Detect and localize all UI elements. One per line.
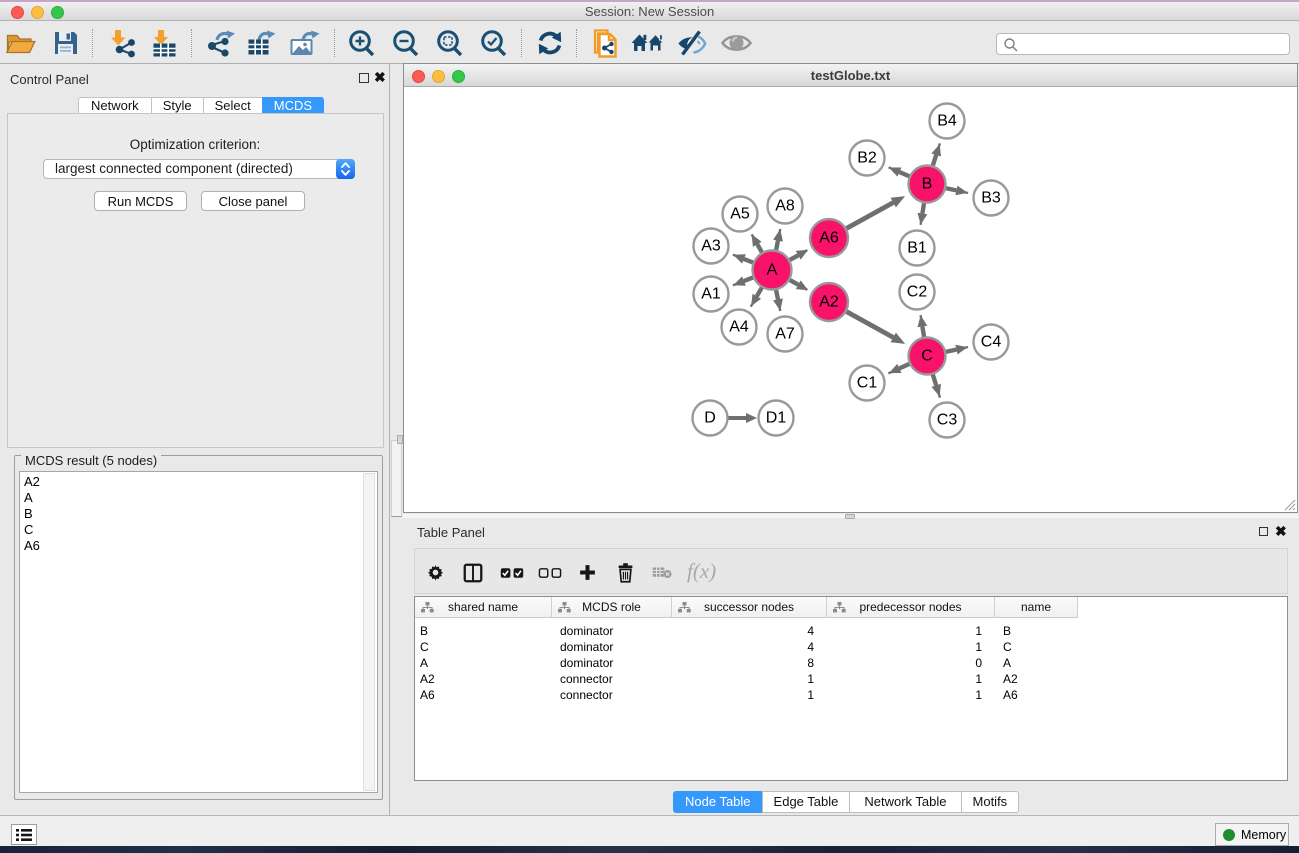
svg-text:C4: C4 — [981, 334, 1002, 351]
svg-text:C1: C1 — [857, 375, 878, 392]
svg-text:D: D — [704, 410, 716, 427]
svg-text:A1: A1 — [701, 286, 721, 303]
svg-text:A7: A7 — [775, 326, 795, 343]
svg-text:D1: D1 — [766, 410, 787, 427]
svg-text:B4: B4 — [937, 113, 957, 130]
svg-text:B2: B2 — [857, 150, 877, 167]
svg-text:C3: C3 — [937, 412, 958, 429]
svg-text:B1: B1 — [907, 240, 927, 257]
svg-text:A3: A3 — [701, 238, 721, 255]
svg-text:C2: C2 — [907, 284, 928, 301]
svg-text:C: C — [921, 348, 933, 365]
svg-text:A4: A4 — [729, 319, 749, 336]
svg-text:B: B — [922, 176, 933, 193]
svg-text:A6: A6 — [819, 230, 839, 247]
svg-text:B3: B3 — [981, 190, 1001, 207]
svg-text:A2: A2 — [819, 294, 839, 311]
svg-text:A8: A8 — [775, 198, 795, 215]
svg-text:A: A — [767, 262, 778, 279]
svg-text:A5: A5 — [730, 206, 750, 223]
